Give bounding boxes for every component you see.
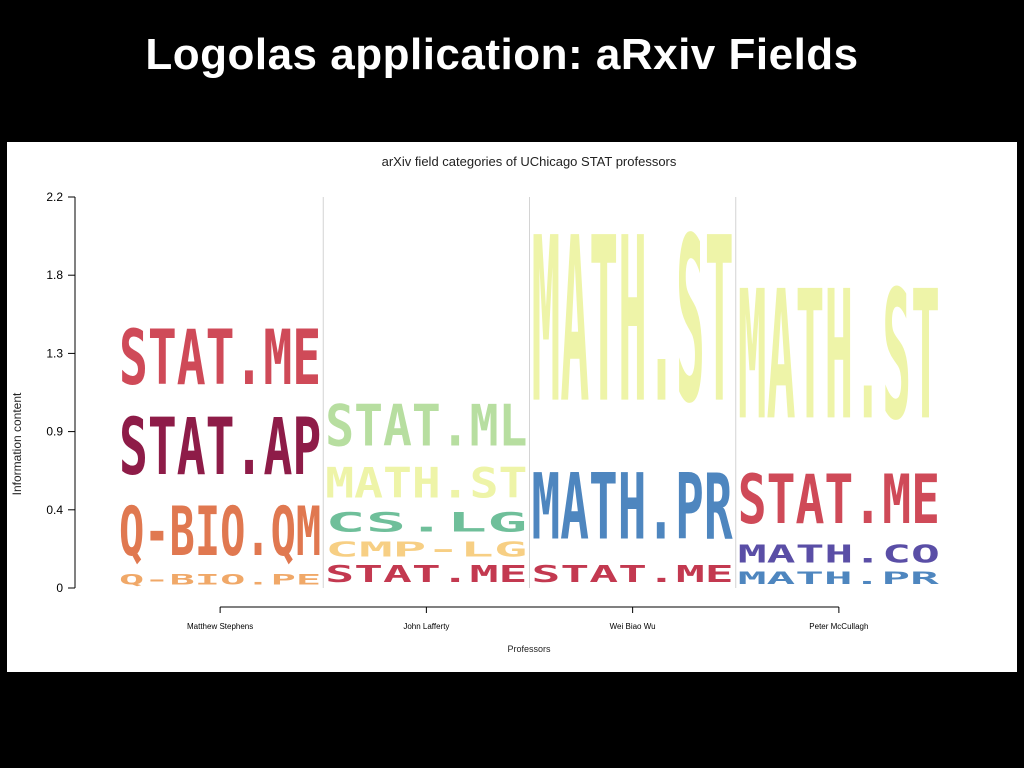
logo-segment: MATH.PR — [532, 455, 733, 561]
logo-segment: MATH.ST — [325, 459, 527, 508]
logo-segment: CS.LG — [325, 508, 527, 538]
x-axis-label: Professors — [507, 644, 551, 654]
logo-segment: Q-BIO.PE — [119, 572, 321, 588]
logo-segment: MATH.ST — [738, 252, 940, 460]
x-tick-label: John Lafferty — [403, 622, 449, 631]
logo-segment: CMP-LG — [325, 538, 527, 561]
x-tick-label: Wei Biao Wu — [610, 622, 656, 631]
x-tick-label: Matthew Stephens — [187, 622, 253, 631]
y-axis: 0 0.4 0.9 1.3 1.8 2.2 — [46, 190, 76, 595]
y-tick-label: 0 — [56, 581, 63, 595]
logo-segment: STAT.AP — [119, 402, 321, 494]
chart-title: arXiv field categories of UChicago STAT … — [382, 154, 677, 169]
logo-segment: STAT.ME — [738, 459, 940, 539]
slide-title: Logolas application: aRxiv Fields — [145, 30, 859, 79]
y-tick-label: 2.2 — [46, 190, 63, 204]
chart-panel: arXiv field categories of UChicago STAT … — [7, 142, 1017, 672]
logo-segment: MATH.PR — [738, 569, 940, 588]
logo-segment: Q-BIO.QM — [119, 494, 321, 572]
y-tick-label: 0.4 — [46, 503, 63, 517]
logo-segment: STAT.ME — [532, 561, 734, 588]
y-tick-label: 1.3 — [46, 346, 63, 360]
y-axis-label: Information content — [10, 392, 24, 495]
logo-segment: MATH.ST — [532, 189, 734, 453]
logo-segment: STAT.ME — [325, 561, 527, 588]
logo-segment: STAT.ML — [325, 394, 527, 460]
logo-chart: arXiv field categories of UChicago STAT … — [10, 154, 940, 654]
y-tick-label: 1.8 — [46, 268, 63, 282]
logo-segment: STAT.ME — [119, 314, 321, 402]
logo-segment: MATH.CO — [738, 540, 940, 569]
x-axis: Matthew Stephens John Lafferty Wei Biao Wu… — [187, 606, 868, 631]
y-tick-label: 0.9 — [46, 425, 63, 439]
x-tick-label: Peter McCullagh — [809, 622, 868, 631]
